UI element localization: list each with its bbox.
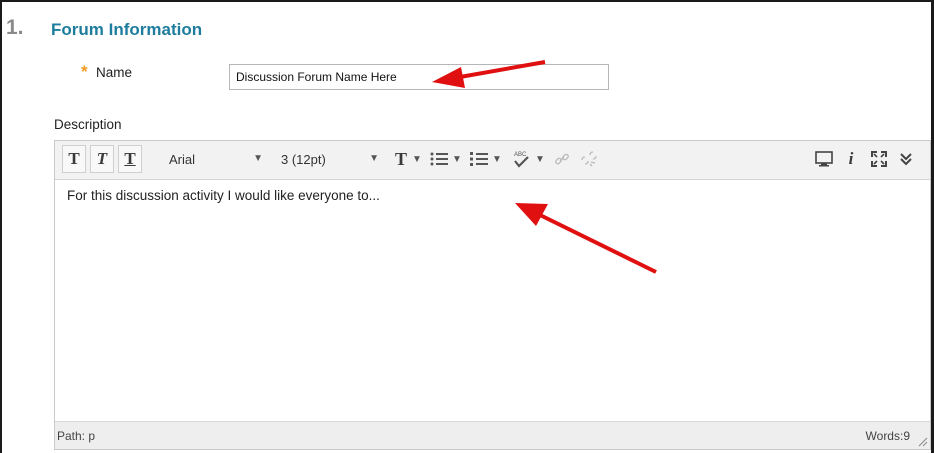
annotation-arrows bbox=[432, 60, 657, 274]
annotation-arrow-description bbox=[515, 203, 657, 274]
annotation-arrow-name bbox=[432, 60, 546, 88]
